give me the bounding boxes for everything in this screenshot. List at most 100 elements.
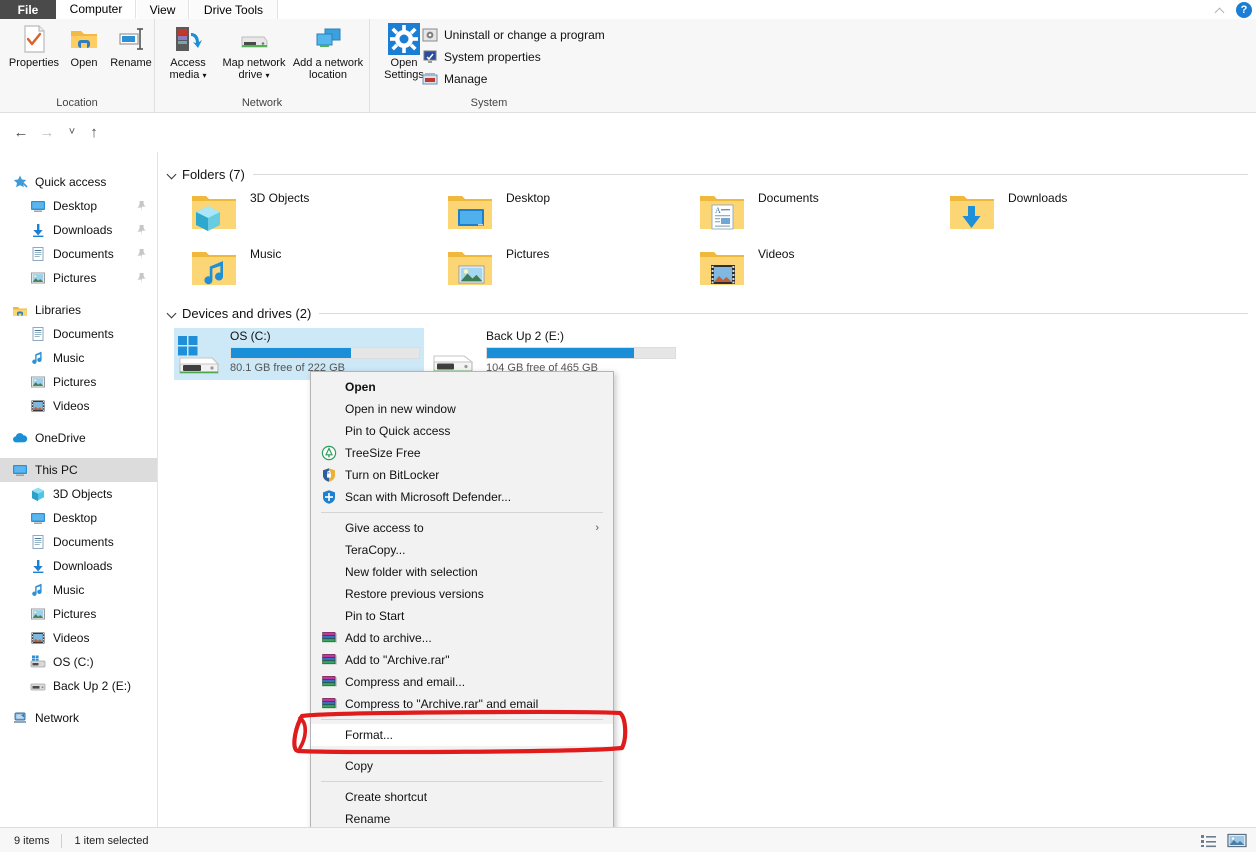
tab-computer[interactable]: Computer bbox=[57, 0, 136, 19]
sidebar-item-documents[interactable]: Documents bbox=[0, 322, 157, 346]
ribbon-item-manage-label: Manage bbox=[444, 72, 488, 86]
tab-view[interactable]: View bbox=[137, 0, 189, 19]
context-menu-item-add-to-archive-rar[interactable]: Add to "Archive.rar" bbox=[311, 649, 613, 671]
chevron-down-icon: ˅ bbox=[68, 126, 76, 138]
pin-icon[interactable] bbox=[136, 200, 147, 212]
ribbon-button-properties[interactable]: Properties bbox=[6, 23, 62, 69]
sidebar-item-downloads[interactable]: Downloads bbox=[0, 218, 157, 242]
sidebar-item-videos[interactable]: Videos bbox=[0, 394, 157, 418]
context-menu[interactable]: Open Open in new window Pin to Quick acces… bbox=[310, 371, 614, 852]
back-button[interactable]: ← bbox=[10, 121, 32, 143]
recent-locations-button[interactable]: ˅ bbox=[61, 121, 83, 143]
sidebar-item-documents[interactable]: Documents bbox=[0, 242, 157, 266]
sidebar-item-downloads[interactable]: Downloads bbox=[0, 554, 157, 578]
drive-icon bbox=[30, 678, 46, 694]
context-menu-item-treesize-free[interactable]: TreeSize Free bbox=[311, 442, 613, 464]
context-menu-item-restore-previous-versions[interactable]: Restore previous versions bbox=[311, 583, 613, 605]
divider bbox=[319, 312, 1248, 314]
3d-objects-icon bbox=[30, 486, 46, 502]
sidebar-item-pictures[interactable]: Pictures bbox=[0, 370, 157, 394]
sidebar-item-this-pc[interactable]: This PC bbox=[0, 458, 157, 482]
sidebar-item-desktop[interactable]: Desktop bbox=[0, 194, 157, 218]
sidebar-list: Quick access Desktop Downloads Documents Pic… bbox=[0, 152, 157, 730]
context-menu-item-new-folder-with-selection[interactable]: New folder with selection bbox=[311, 561, 613, 583]
pin-icon[interactable] bbox=[136, 224, 147, 236]
drive-info: Back Up 2 (E:) 104 GB free of 465 GB bbox=[486, 329, 678, 374]
context-menu-item-turn-on-bitlocker[interactable]: Turn on BitLocker bbox=[311, 464, 613, 486]
sidebar-item-os-c[interactable]: OS (C:) bbox=[0, 650, 157, 674]
pin-icon[interactable] bbox=[136, 248, 147, 260]
ribbon-button-add-network-location[interactable]: Add a network location bbox=[291, 23, 365, 81]
ribbon-button-map-network-drive[interactable]: Map network drive ▾ bbox=[218, 23, 290, 82]
folder-tile-label: Music bbox=[250, 247, 282, 261]
context-menu-item-compress-to-archive-rar-and-email[interactable]: Compress to "Archive.rar" and email bbox=[311, 693, 613, 715]
divider bbox=[61, 833, 63, 848]
sidebar-item-label: Libraries bbox=[35, 303, 82, 317]
sidebar-item-onedrive[interactable]: OneDrive bbox=[0, 426, 157, 450]
folder-tile[interactable]: 3D Objects bbox=[190, 188, 309, 236]
tab-drive-tools[interactable]: Drive Tools bbox=[190, 0, 278, 19]
sidebar-item-label: Videos bbox=[53, 631, 90, 645]
ribbon-item-system-properties[interactable]: System properties bbox=[422, 49, 541, 65]
context-menu-item-teracopy[interactable]: TeraCopy... bbox=[311, 539, 613, 561]
drive-capacity-fill bbox=[231, 348, 352, 358]
forward-button[interactable]: → bbox=[36, 121, 58, 143]
context-menu-item-give-access-to[interactable]: Give access to › bbox=[311, 517, 613, 539]
quick-access-star-icon bbox=[12, 174, 28, 190]
arrow-up-icon: ↑ bbox=[90, 123, 98, 141]
pin-icon[interactable] bbox=[136, 272, 147, 284]
context-menu-item-scan-with-microsoft-defender[interactable]: Scan with Microsoft Defender... bbox=[311, 486, 613, 508]
sidebar-item-3d-objects[interactable]: 3D Objects bbox=[0, 482, 157, 506]
context-menu-item-create-shortcut[interactable]: Create shortcut bbox=[311, 786, 613, 808]
sidebar-item-pictures[interactable]: Pictures bbox=[0, 602, 157, 626]
folder-tile[interactable]: Videos bbox=[698, 244, 794, 292]
help-icon[interactable]: ? bbox=[1236, 1, 1252, 18]
sidebar-item-network[interactable]: Network bbox=[0, 706, 157, 730]
system-properties-icon bbox=[422, 49, 438, 65]
folder-tile[interactable]: Music bbox=[190, 244, 281, 292]
sidebar-item-back-up-2-e[interactable]: Back Up 2 (E:) bbox=[0, 674, 157, 698]
sidebar-item-libraries[interactable]: Libraries bbox=[0, 298, 157, 322]
context-menu-item-pin-to-start[interactable]: Pin to Start bbox=[311, 605, 613, 627]
sidebar-item-pictures[interactable]: Pictures bbox=[0, 266, 157, 290]
uninstall-program-icon bbox=[422, 27, 438, 43]
up-button[interactable]: ↑ bbox=[83, 121, 105, 143]
ribbon-button-access-media[interactable]: Access media ▾ bbox=[160, 23, 216, 82]
ribbon-item-manage[interactable]: Manage bbox=[422, 71, 487, 87]
details-view-button[interactable] bbox=[1198, 832, 1220, 849]
sidebar-item-label: Pictures bbox=[53, 375, 97, 389]
group-header-devices-and-drives[interactable]: Devices and drives (2) bbox=[166, 303, 1248, 323]
sidebar-item-music[interactable]: Music bbox=[0, 578, 157, 602]
context-menu-item-label: Copy bbox=[345, 759, 374, 773]
folder-tile-label: Documents bbox=[758, 191, 819, 205]
sidebar-item-desktop[interactable]: Desktop bbox=[0, 506, 157, 530]
sidebar-item-music[interactable]: Music bbox=[0, 346, 157, 370]
ribbon-item-uninstall-program[interactable]: Uninstall or change a program bbox=[422, 27, 605, 43]
forward-icon: → bbox=[39, 123, 55, 141]
sidebar-item-videos[interactable]: Videos bbox=[0, 626, 157, 650]
context-menu-item-pin-to-quick-access[interactable]: Pin to Quick access bbox=[311, 420, 613, 442]
context-menu-item-copy[interactable]: Copy bbox=[311, 755, 613, 777]
folder-tile[interactable]: Desktop bbox=[446, 188, 550, 236]
group-header-folders[interactable]: Folders (7) bbox=[166, 164, 1248, 184]
context-menu-item-label: Compress and email... bbox=[345, 675, 466, 689]
context-menu-item-add-to-archive[interactable]: Add to archive... bbox=[311, 627, 613, 649]
navigation-pane[interactable]: Quick access Desktop Downloads Documents Pic… bbox=[0, 152, 158, 827]
context-menu-item-open-in-new-window[interactable]: Open in new window bbox=[311, 398, 613, 420]
sidebar-item-documents[interactable]: Documents bbox=[0, 530, 157, 554]
open-folder-icon bbox=[68, 23, 100, 55]
context-menu-item-format[interactable]: Format... bbox=[311, 724, 613, 746]
drive-info: OS (C:) 80.1 GB free of 222 GB bbox=[230, 329, 422, 374]
folder-tile[interactable]: A Documents bbox=[698, 188, 819, 236]
folder-tile[interactable]: Pictures bbox=[446, 244, 549, 292]
sidebar-item-quick-access[interactable]: Quick access bbox=[0, 170, 157, 194]
ribbon-button-open-label: Open bbox=[70, 57, 98, 69]
context-menu-item-open[interactable]: Open bbox=[311, 376, 613, 398]
folder-tile[interactable]: Downloads bbox=[948, 188, 1067, 236]
large-icons-view-button[interactable] bbox=[1226, 832, 1248, 849]
collapse-ribbon-icon[interactable] bbox=[1214, 3, 1228, 17]
divider bbox=[252, 173, 1248, 175]
ribbon-button-rename[interactable]: Rename bbox=[103, 23, 159, 69]
tab-file[interactable]: File bbox=[0, 0, 56, 19]
context-menu-item-compress-and-email[interactable]: Compress and email... bbox=[311, 671, 613, 693]
